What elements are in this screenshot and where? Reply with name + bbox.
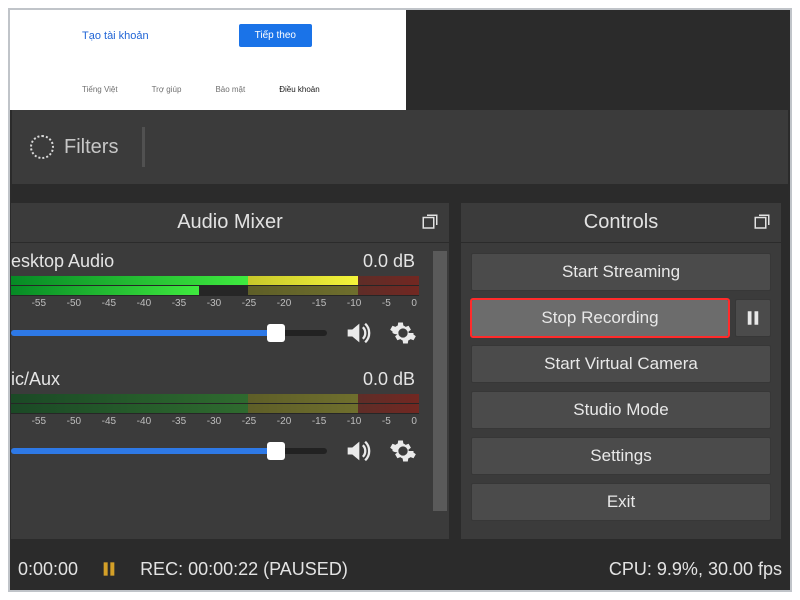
studio-mode-button[interactable]: Studio Mode bbox=[471, 391, 771, 429]
panel-title: Audio Mixer bbox=[177, 211, 283, 234]
volume-slider[interactable] bbox=[11, 448, 327, 454]
preview-primary-button: Tiếp theo bbox=[239, 24, 312, 47]
preview-thumbnail: Tạo tài khoản Tiếp theo Tiếng Việt Trợ g… bbox=[10, 8, 406, 110]
preview-link: Tạo tài khoản bbox=[82, 30, 149, 42]
panel-title: Controls bbox=[584, 211, 658, 234]
preview-footer-item: Trợ giúp bbox=[152, 85, 182, 94]
loading-spinner-icon bbox=[30, 135, 54, 159]
level-meter bbox=[11, 394, 419, 414]
recording-status: REC: 00:00:22 (PAUSED) bbox=[140, 559, 348, 580]
mixer-channel: ic/Aux 0.0 dB -55-50-45-40-35-30-25-20-1… bbox=[11, 369, 439, 467]
start-virtual-camera-button[interactable]: Start Virtual Camera bbox=[471, 345, 771, 383]
channel-db: 0.0 dB bbox=[363, 251, 415, 272]
popout-icon[interactable] bbox=[421, 213, 439, 231]
app-frame: Tạo tài khoản Tiếp theo Tiếng Việt Trợ g… bbox=[8, 8, 792, 592]
speaker-icon[interactable] bbox=[341, 435, 373, 467]
preview-footer-item: Bảo mật bbox=[215, 85, 245, 94]
mixer-channel: esktop Audio 0.0 dB -55-50-45-40-35-30-2… bbox=[11, 251, 439, 349]
start-streaming-button[interactable]: Start Streaming bbox=[471, 253, 771, 291]
scrollbar[interactable] bbox=[433, 251, 447, 511]
pause-icon bbox=[100, 559, 118, 579]
gear-icon[interactable] bbox=[387, 317, 419, 349]
toolbar-divider bbox=[142, 127, 145, 167]
preview-footer-lang: Tiếng Việt bbox=[82, 85, 118, 94]
stop-recording-button[interactable]: Stop Recording bbox=[471, 299, 729, 337]
cpu-status: CPU: 9.9%, 30.00 fps bbox=[609, 559, 782, 580]
meter-ticks: -55-50-45-40-35-30-25-20-15-10-50 bbox=[11, 298, 419, 309]
panel-header: Audio Mixer bbox=[11, 203, 449, 243]
controls-panel: Controls Start Streaming Stop Recording … bbox=[460, 202, 782, 540]
popout-icon[interactable] bbox=[753, 213, 771, 231]
level-meter bbox=[11, 276, 419, 296]
meter-ticks: -55-50-45-40-35-30-25-20-15-10-50 bbox=[11, 416, 419, 427]
channel-name: ic/Aux bbox=[11, 369, 60, 390]
speaker-icon[interactable] bbox=[341, 317, 373, 349]
channel-name: esktop Audio bbox=[11, 251, 114, 272]
channel-db: 0.0 dB bbox=[363, 369, 415, 390]
preview-footer-item: Điều khoản bbox=[279, 85, 319, 94]
volume-slider[interactable] bbox=[11, 330, 327, 336]
live-timer: 0:00:00 bbox=[18, 559, 78, 580]
gear-icon[interactable] bbox=[387, 435, 419, 467]
filters-toolbar: Filters bbox=[12, 110, 788, 184]
status-bar: 0:00:00 REC: 00:00:22 (PAUSED) CPU: 9.9%… bbox=[10, 548, 790, 590]
pause-recording-button[interactable] bbox=[735, 299, 771, 337]
panel-header: Controls bbox=[461, 203, 781, 243]
panels-row: Audio Mixer esktop Audio 0.0 dB bbox=[10, 196, 790, 546]
audio-mixer-panel: Audio Mixer esktop Audio 0.0 dB bbox=[10, 202, 450, 540]
settings-button[interactable]: Settings bbox=[471, 437, 771, 475]
filters-button[interactable]: Filters bbox=[12, 135, 142, 159]
exit-button[interactable]: Exit bbox=[471, 483, 771, 521]
filters-label: Filters bbox=[64, 136, 118, 159]
